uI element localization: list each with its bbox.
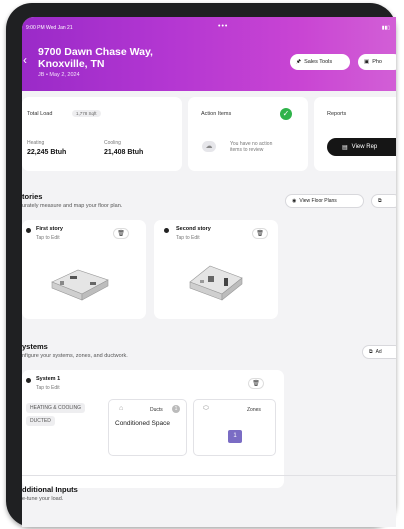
delete-icon[interactable]: 🗑 (252, 228, 268, 239)
ducts-space: Conditioned Space (115, 420, 170, 427)
ducts-count-badge: 1 (172, 405, 180, 413)
document-icon: ▤ (342, 144, 348, 151)
add-floor-icon: ⧉ (378, 198, 382, 204)
battery-icon: ▮▮▯ (381, 25, 390, 31)
system-type-tag: HEATING & COOLING (26, 403, 86, 413)
status-time: 9:00 PM Wed Jan 21 (26, 25, 73, 31)
address-title: 9700 Dawn Chase Way, Knoxville, TN (38, 46, 153, 70)
ducts-label: Ducts (150, 407, 163, 413)
story-hint: Tap to Edit (36, 235, 60, 241)
view-floor-plans-button[interactable]: ◉ View Floor Plans (285, 194, 364, 208)
heating-value: 22,245 Btuh (27, 149, 67, 156)
add-system-icon: ⧉ (369, 349, 373, 355)
stories-title: tories (22, 192, 43, 201)
reports-card: Reports ▤ View Rep (314, 97, 396, 171)
delete-icon[interactable]: 🗑 (113, 228, 129, 239)
heating-label: Heating (27, 140, 45, 146)
back-chevron-icon[interactable]: ‹ (23, 53, 27, 67)
reports-title: Reports (327, 111, 347, 117)
system-card[interactable]: System 1 Tap to Edit 🗑 HEATING & COOLING… (22, 370, 284, 488)
header-subtitle: JB • May 2, 2024 (38, 72, 80, 78)
action-items-title: Action Items (201, 111, 232, 117)
story-card[interactable]: Second story Tap to Edit 🗑 (154, 220, 278, 319)
system-dot-icon (26, 378, 31, 383)
delete-icon[interactable]: 🗑 (248, 378, 264, 389)
inbox-icon: ☁ (202, 141, 216, 152)
stories-subtitle: urately measure and map your floor plan. (22, 203, 123, 209)
sales-tools-button[interactable]: 🖈 Sales Tools (290, 54, 350, 70)
additional-inputs-title: dditional Inputs (22, 485, 78, 494)
app-screen: 9:00 PM Wed Jan 21 ••• ▮▮▯ ‹ 9700 Dawn C… (22, 17, 396, 527)
header-banner: 9:00 PM Wed Jan 21 ••• ▮▮▯ ‹ 9700 Dawn C… (22, 17, 396, 91)
floor-plan-thumbnail (51, 269, 109, 301)
add-story-button[interactable]: ⧉ (371, 194, 396, 208)
zone-badge[interactable]: 1 (228, 430, 242, 443)
check-icon: ✓ (280, 108, 292, 120)
zones-panel[interactable]: ⬭ Zones 1 (193, 399, 276, 456)
pin-icon: 🖈 (296, 58, 302, 65)
multitask-dots[interactable]: ••• (218, 23, 228, 30)
view-reports-button[interactable]: ▤ View Rep (327, 138, 396, 156)
story-hint: Tap to Edit (176, 235, 200, 241)
system-hint: Tap to Edit (36, 385, 60, 391)
story-dot-icon (164, 228, 169, 233)
zone-icon: ⬭ (203, 405, 209, 412)
action-items-message: You have no action items to review (230, 141, 273, 153)
sqft-badge: 1,778 Sqft (72, 110, 101, 117)
additional-inputs-subtitle: e-tune your load. (22, 496, 64, 502)
story-name: First story (36, 226, 63, 232)
eye-icon: ◉ (292, 198, 297, 204)
story-dot-icon (26, 228, 31, 233)
action-items-card[interactable]: Action Items ✓ ☁ You have no action item… (188, 97, 308, 171)
add-system-button[interactable]: ⧉ Ad (362, 345, 396, 359)
ducts-panel[interactable]: ⌂ Ducts 1 Conditioned Space (108, 399, 187, 456)
floor-plan-thumbnail (189, 265, 243, 301)
story-name: Second story (176, 226, 211, 232)
duct-icon: ⌂ (119, 405, 124, 412)
systems-subtitle: nfigure your systems, zones, and ductwor… (22, 353, 128, 359)
cooling-label: Cooling (104, 140, 121, 146)
systems-title: ystems (22, 342, 48, 351)
system-distribution-tag: DUCTED (26, 416, 55, 426)
cooling-value: 21,408 Btuh (104, 149, 144, 156)
story-card[interactable]: First story Tap to Edit 🗑 (22, 220, 146, 319)
system-name: System 1 (36, 376, 61, 382)
total-load-title: Total Load (27, 111, 53, 117)
total-load-card[interactable]: Total Load 1,778 Sqft Heating 22,245 Btu… (22, 97, 182, 171)
zones-label: Zones (247, 407, 261, 413)
photo-icon: ▣ (364, 59, 370, 65)
section-divider (22, 475, 396, 476)
photos-button[interactable]: ▣ Pho (358, 54, 396, 70)
